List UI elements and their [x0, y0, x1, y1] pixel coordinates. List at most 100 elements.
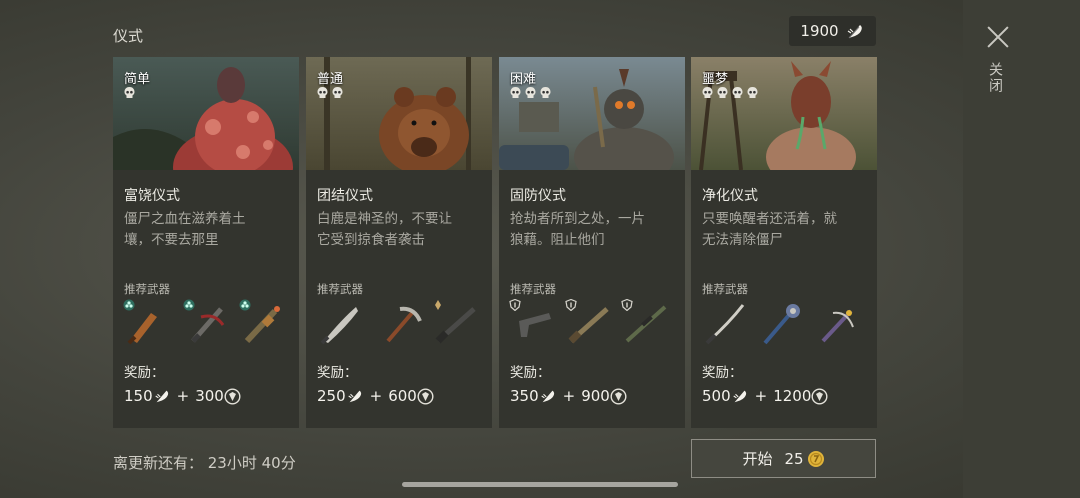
weapon-slot[interactable]: [374, 299, 426, 347]
plus-sign: +: [562, 387, 576, 405]
skull-rating: [509, 86, 552, 99]
crossbow-icon: [821, 309, 854, 343]
recommended-weapons: [121, 299, 293, 347]
skull-icon: [525, 87, 536, 98]
ritual-name: 固防仪式: [510, 188, 566, 204]
shield-badge-icon: [509, 299, 521, 311]
close-label[interactable]: 关闭: [987, 62, 1005, 94]
machete-icon: [320, 307, 358, 345]
description-line: 无法清除僵尸: [702, 232, 783, 248]
weapon-slot[interactable]: [699, 299, 751, 347]
mace-icon: [763, 304, 800, 345]
recommended-weapons-label: 推荐武器: [510, 282, 556, 296]
start-button[interactable]: 开始 25: [691, 439, 876, 478]
difficulty-label: 噩梦: [702, 72, 729, 87]
reward-label: 奖励：: [510, 365, 551, 381]
reward-feathers: 350: [510, 387, 539, 405]
skull-icon: [702, 87, 713, 98]
reward-row: 150 + 300: [124, 387, 241, 405]
gold-coin-icon: [807, 450, 824, 467]
katana-icon: [705, 304, 745, 345]
recommended-weapons: [314, 299, 486, 347]
reward-xp: 1200: [773, 387, 812, 405]
reward-label: 奖励：: [317, 365, 358, 381]
weapon-slot[interactable]: [430, 299, 482, 347]
plus-sign: +: [369, 387, 383, 405]
ritual-card-normal[interactable]: 普通 团结仪式 白鹿是神圣的，不要让 它受到掠食者袭击 推荐武器 奖励： 250: [306, 57, 492, 428]
currency-amount: 1900: [800, 22, 839, 40]
xp-shield-icon: [610, 387, 627, 405]
recommended-weapons-label: 推荐武器: [124, 282, 170, 296]
recommended-weapons: [699, 299, 871, 347]
difficulty-label: 简单: [124, 72, 151, 87]
ritual-name: 净化仪式: [702, 188, 758, 204]
recommended-weapons-label: 推荐武器: [317, 282, 363, 296]
skull-rating: [316, 86, 344, 99]
reward-label: 奖励：: [702, 365, 743, 381]
skull-rating: [123, 86, 136, 99]
page-title: 仪式: [113, 27, 144, 45]
feather-icon: [541, 390, 554, 403]
skull-icon: [540, 87, 551, 98]
reward-xp: 900: [581, 387, 610, 405]
ritual-name: 团结仪式: [317, 188, 373, 204]
description-line: 抢劫者所到之处，一片: [510, 211, 645, 227]
skull-icon: [732, 87, 743, 98]
weapon-slot[interactable]: [181, 299, 233, 347]
pickaxe-icon: [386, 306, 422, 343]
weapon-slot[interactable]: [237, 299, 289, 347]
shield-badge-icon: [621, 299, 633, 311]
weapon-slot[interactable]: [314, 299, 366, 347]
skull-icon: [317, 87, 328, 98]
leaf-badge-icon: [435, 300, 441, 310]
weapon-slot[interactable]: [121, 299, 173, 347]
xp-shield-icon: [417, 387, 434, 405]
start-cost-amount: 25: [784, 449, 804, 468]
description-line: 白鹿是神圣的，不要让: [317, 211, 452, 227]
reward-feathers: 150: [124, 387, 153, 405]
clover-badge-icon: [123, 299, 135, 311]
xp-shield-icon: [224, 387, 241, 405]
feather-icon: [733, 390, 746, 403]
close-button[interactable]: [983, 22, 1013, 52]
skull-icon: [124, 87, 135, 98]
weapon-slot[interactable]: [619, 299, 671, 347]
recommended-weapons-label: 推荐武器: [702, 282, 748, 296]
skull-icon: [510, 87, 521, 98]
skull-icon: [332, 87, 343, 98]
feather-icon: [348, 390, 361, 403]
difficulty-label: 普通: [317, 72, 344, 87]
ritual-description: 白鹿是神圣的，不要让 它受到掠食者袭击: [317, 209, 483, 251]
reward-feathers: 250: [317, 387, 346, 405]
description-line: 只要唤醒者还活着，就: [702, 211, 837, 227]
reward-xp: 300: [195, 387, 224, 405]
home-indicator[interactable]: [402, 482, 678, 487]
reward-row: 350 + 900: [510, 387, 627, 405]
start-cost: 25: [784, 450, 824, 468]
plus-sign: +: [754, 387, 768, 405]
description-line: 它受到掠食者袭击: [317, 232, 425, 248]
xp-shield-icon: [811, 387, 828, 405]
weapon-slot[interactable]: [507, 299, 559, 347]
description-line: 狼藉。阻止他们: [510, 232, 605, 248]
ritual-card-hard[interactable]: 困难 固防仪式 抢劫者所到之处，一片 狼藉。阻止他们 推荐武器 奖励： 350 …: [499, 57, 685, 428]
reward-row: 500 + 1200: [702, 387, 828, 405]
shield-badge-icon: [565, 299, 577, 311]
skull-rating: [701, 86, 759, 99]
ritual-name: 富饶仪式: [124, 188, 180, 204]
refresh-timer: 离更新还有： 23小时 40分: [113, 454, 296, 472]
weapon-slot[interactable]: [755, 299, 807, 347]
difficulty-label: 困难: [510, 72, 537, 87]
ritual-description: 抢劫者所到之处，一片 狼藉。阻止他们: [510, 209, 676, 251]
weapon-slot[interactable]: [811, 299, 863, 347]
clover-badge-icon: [183, 299, 195, 311]
feather-icon: [847, 25, 862, 39]
description-line: 壤，不要去那里: [124, 232, 219, 248]
description-line: 僵尸之血在滋养着土: [124, 211, 246, 227]
skull-icon: [747, 87, 758, 98]
clover-badge-icon: [239, 299, 251, 311]
weapon-slot[interactable]: [563, 299, 615, 347]
plus-sign: +: [176, 387, 190, 405]
ritual-card-nightmare[interactable]: 噩梦 净化仪式 只要唤醒者还活着，就 无法清除僵尸 推荐武器 奖励： 500 +…: [691, 57, 877, 428]
ritual-card-easy[interactable]: 简单 富饶仪式 僵尸之血在滋养着土 壤，不要去那里 推荐武器 奖励： 150 +…: [113, 57, 299, 428]
